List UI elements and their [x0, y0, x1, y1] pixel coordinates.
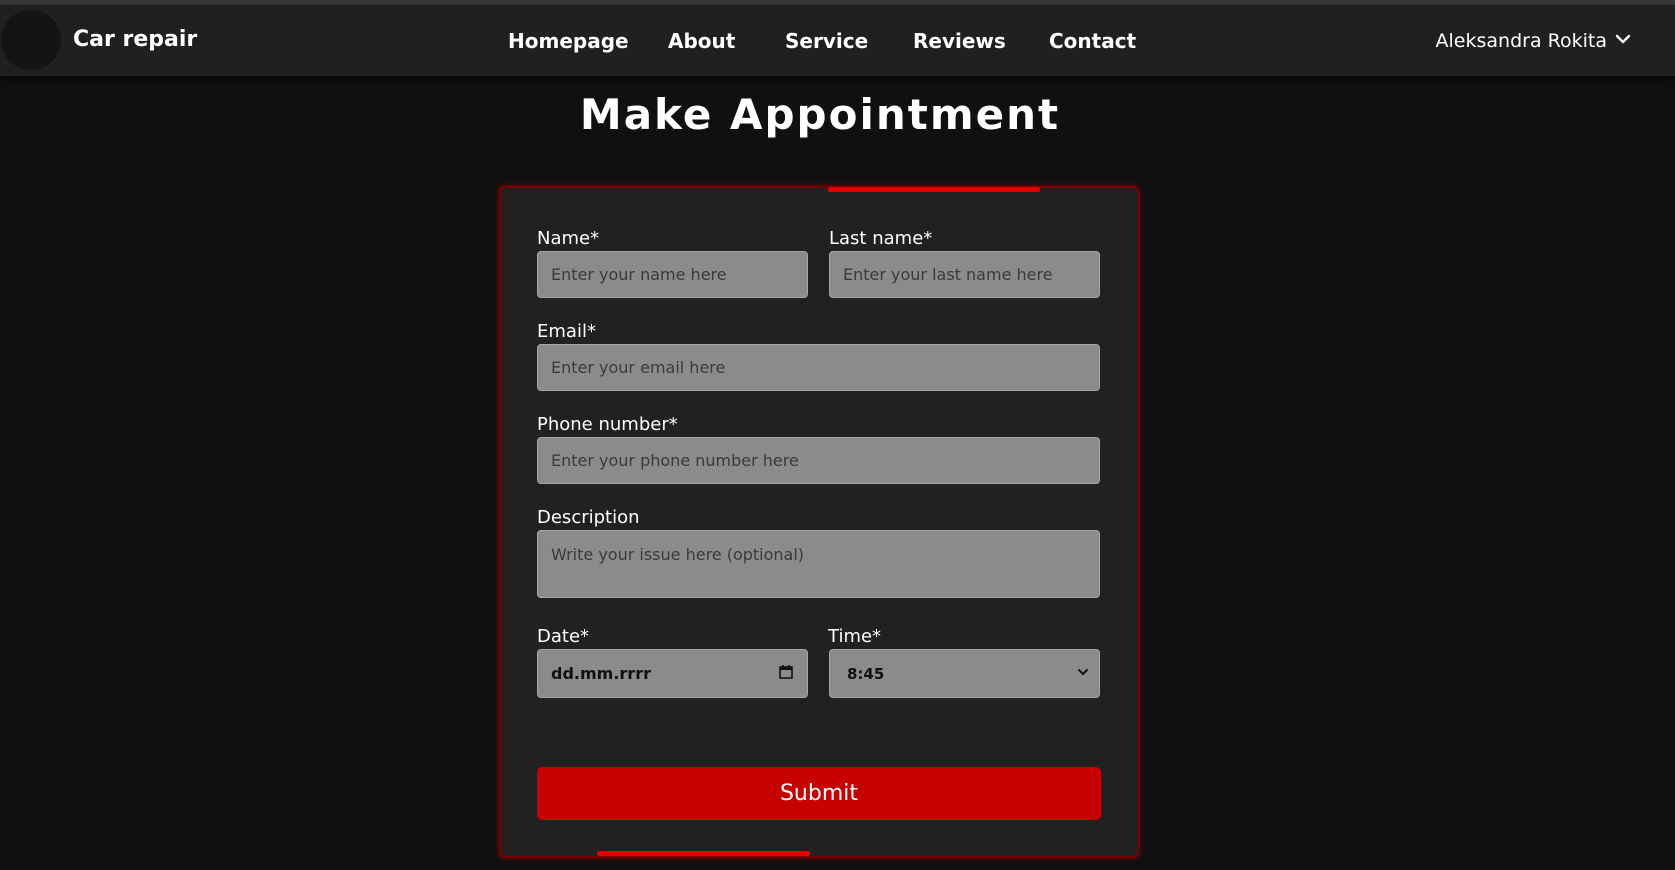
name-placeholder: Enter your name here [551, 265, 727, 284]
description-textarea[interactable]: Write your issue here (optional) [537, 530, 1100, 598]
email-label: Email* [537, 321, 596, 342]
name-label: Name* [537, 228, 600, 249]
last-name-placeholder: Enter your last name here [843, 265, 1053, 284]
chevron-down-icon [1615, 30, 1631, 52]
navbar: Car repair Homepage About Service Review… [0, 5, 1675, 76]
main-nav: Homepage About Service Reviews Contact [0, 29, 1675, 57]
form-accent-bottom [597, 851, 810, 856]
page-title: Make Appointment [579, 90, 1061, 139]
form-accent-top [828, 187, 1040, 192]
phone-input[interactable]: Enter your phone number here [537, 437, 1100, 484]
last-name-input[interactable]: Enter your last name here [829, 251, 1100, 298]
user-menu[interactable]: Aleksandra Rokita [1436, 30, 1631, 52]
nav-reviews[interactable]: Reviews [913, 29, 1006, 53]
user-name: Aleksandra Rokita [1435, 30, 1607, 52]
chevron-down-icon [1075, 664, 1091, 684]
submit-button[interactable]: Submit [537, 767, 1101, 820]
name-input[interactable]: Enter your name here [537, 251, 808, 298]
time-value: 8:45 [847, 664, 885, 683]
nav-contact[interactable]: Contact [1049, 29, 1136, 53]
calendar-icon[interactable] [778, 664, 794, 684]
date-value: dd.mm.rrrr [551, 664, 651, 683]
date-label: Date* [537, 626, 590, 647]
phone-placeholder: Enter your phone number here [551, 451, 799, 470]
nav-homepage[interactable]: Homepage [508, 29, 629, 53]
time-select[interactable]: 8:45 [829, 649, 1100, 698]
date-input[interactable]: dd.mm.rrrr [537, 649, 808, 698]
phone-label: Phone number* [537, 414, 678, 435]
nav-service[interactable]: Service [785, 29, 868, 53]
time-label: Time* [828, 626, 882, 647]
email-input[interactable]: Enter your email here [537, 344, 1100, 391]
description-label: Description [537, 507, 640, 528]
nav-about[interactable]: About [668, 29, 735, 53]
description-placeholder: Write your issue here (optional) [551, 545, 805, 564]
email-placeholder: Enter your email here [551, 358, 726, 377]
last-name-label: Last name* [829, 228, 933, 249]
